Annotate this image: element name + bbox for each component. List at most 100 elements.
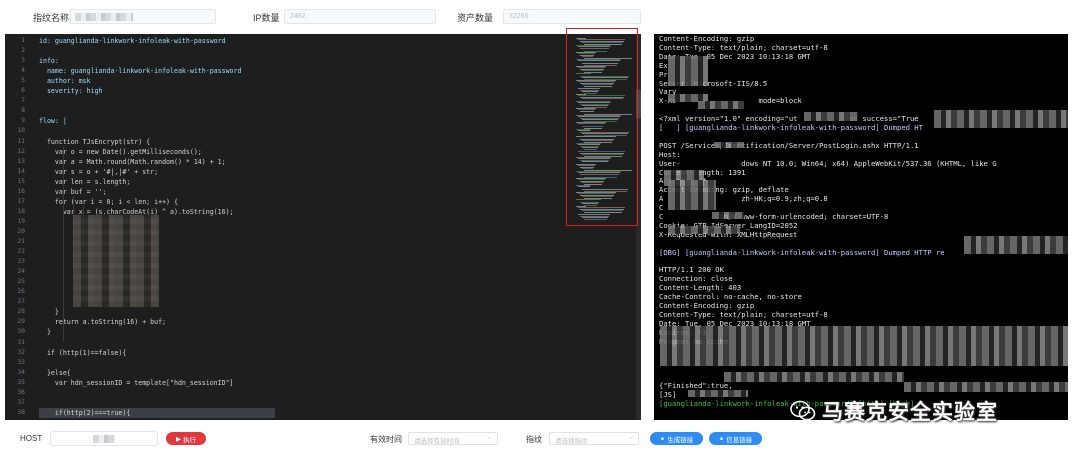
line-number: 32 xyxy=(17,348,25,356)
terminal-line: C on/x-www-form-urlencoded; charset=UTF-… xyxy=(659,212,889,221)
line-number: 6 xyxy=(21,87,25,95)
line-number: 13 xyxy=(17,157,25,165)
redacted-block xyxy=(660,326,1068,366)
redacted-block xyxy=(698,101,744,109)
wechat-watermark: 马赛克安全实验室 xyxy=(790,396,998,426)
code-line: author: msk xyxy=(39,77,91,86)
top-filter-bar: 指纹名称 IP数量 2462 资产数量 32266 xyxy=(0,0,1080,34)
code-line: }else{ xyxy=(39,368,71,377)
code-editor[interactable]: 1 2 3 4 5 6 7 8 9 10 11 12 13 14 15 16 17 18 19 20 21 22 23 24 2… xyxy=(5,34,641,420)
line-number: 3 xyxy=(21,57,25,65)
line-number: 19 xyxy=(17,217,25,225)
line-number: 18 xyxy=(17,207,25,215)
asset-count-field[interactable]: 32266 xyxy=(503,9,641,24)
redacted-block xyxy=(712,212,744,219)
fingerprint-name-label: 指纹名称 xyxy=(33,13,70,23)
redacted-block xyxy=(688,390,748,397)
terminal-line: Connection: close xyxy=(659,274,733,284)
line-number: 27 xyxy=(17,298,25,306)
fingerprint-name-input[interactable] xyxy=(70,9,216,24)
redacted-block xyxy=(724,372,904,382)
redacted-block xyxy=(964,236,1068,254)
code-line: var hdn_sessionID = template["hdn_sessio… xyxy=(39,378,234,387)
code-line: for (var i = 0; i < len; i++) { xyxy=(39,197,178,206)
info-link-label: 信息链接 xyxy=(726,436,753,444)
redacted-text xyxy=(93,435,115,443)
code-line: return a.toString(16) + buf; xyxy=(39,318,167,327)
terminal-line: [ ] [guanglianda-linkwork-infoleak-with-… xyxy=(659,123,923,132)
line-number: 29 xyxy=(17,318,25,326)
code-line: } xyxy=(39,308,59,317)
generate-link-label: 生成链接 xyxy=(667,436,694,444)
redacted-block xyxy=(668,226,740,234)
line-number: 17 xyxy=(17,197,25,205)
redacted-code-block xyxy=(73,215,159,307)
line-number: 16 xyxy=(17,187,25,195)
terminal-line: Content-Type: text/plain; charset=utf-8 xyxy=(659,42,828,52)
terminal-line: [DBG] [guanglianda-linkwork-infoleak-wit… xyxy=(659,247,945,257)
code-line: name: guanglianda-linkwork-infoleak-with… xyxy=(39,67,242,76)
redacted-block xyxy=(934,110,1068,128)
terminal-line: POST /Services/Identification/Server/Pos… xyxy=(659,140,919,150)
execute-button-label: 执行 xyxy=(183,436,196,444)
redacted-block xyxy=(904,382,1068,392)
line-number: 34 xyxy=(17,368,25,376)
terminal-line: Cache-Control: no-cache, no-store xyxy=(659,292,802,302)
line-number: 15 xyxy=(17,177,25,185)
code-line: severity: high xyxy=(39,87,103,96)
terminal-line: HTTP/1.1 200 OK xyxy=(659,265,724,275)
line-number: 28 xyxy=(17,308,25,316)
line-number: 7 xyxy=(21,97,25,105)
redacted-block xyxy=(668,180,716,210)
link-icon: ⚭ xyxy=(659,435,666,443)
host-label: HOST xyxy=(20,434,43,443)
code-line: if (http(1)==false){ xyxy=(39,348,127,357)
line-number: 12 xyxy=(17,147,25,155)
terminal-output[interactable]: [guanglianda-linkwork-infoleak-with-pass… xyxy=(654,34,1068,420)
line-number: 1 xyxy=(21,37,25,44)
info-link-button[interactable]: ⚭ 信息链接 xyxy=(709,432,762,445)
line-number: 20 xyxy=(17,227,25,235)
terminal-line: <?xml version="1.0" encoding="ut se succ… xyxy=(659,114,919,124)
line-number: 25 xyxy=(17,278,25,286)
code-line: flow: | xyxy=(39,117,67,126)
code-line: var s = o + '#|,|#' + str; xyxy=(39,167,159,176)
indent-guide xyxy=(63,146,64,342)
link-icon: ⚭ xyxy=(718,435,725,443)
terminal-line: Content-Length: 403 xyxy=(659,283,742,293)
line-number: 30 xyxy=(17,328,25,336)
execute-button[interactable]: ▶ 执行 xyxy=(166,432,206,445)
host-input[interactable] xyxy=(50,431,158,446)
code-line: } xyxy=(39,328,51,337)
terminal-line: Host: xyxy=(659,149,681,159)
terminal-line: Pr xyxy=(659,69,668,79)
terminal-line: Content-Encoding: gzip xyxy=(659,34,755,43)
minimap-annotation-box xyxy=(566,28,638,226)
redacted-block xyxy=(714,142,744,148)
redacted-block xyxy=(804,112,858,121)
code-line: var len = s.length; xyxy=(39,177,131,186)
code-line: var a = Math.round(Math.random() * 14) +… xyxy=(39,157,226,166)
redacted-block xyxy=(668,56,708,86)
terminal-line: [JS] xyxy=(659,390,677,399)
line-number: 23 xyxy=(17,258,25,266)
code-line: function TJsEncrypt(str) { xyxy=(39,137,151,146)
terminal-line: {"Finished":true, xyxy=(659,381,733,391)
line-number: 5 xyxy=(21,77,25,85)
fingerprint-select[interactable]: 请选择指纹 ⌄ xyxy=(549,432,639,445)
code-line: info: xyxy=(39,57,59,66)
ip-count-field[interactable]: 2462 xyxy=(284,9,436,24)
wechat-icon xyxy=(790,400,816,422)
fingerprint-label: 指纹 xyxy=(526,435,542,444)
line-number: 8 xyxy=(21,107,25,115)
line-number: 35 xyxy=(17,378,25,386)
chevron-down-icon: ⌄ xyxy=(486,435,492,441)
line-number: 14 xyxy=(17,167,25,175)
terminal-line: Ex xyxy=(659,60,668,70)
line-number: 31 xyxy=(17,338,25,346)
chevron-down-icon: ⌄ xyxy=(627,435,633,441)
generate-link-button[interactable]: ⚭ 生成链接 xyxy=(650,432,703,445)
valid-time-select[interactable]: 请选择有效时间 ⌄ xyxy=(408,432,498,445)
line-number: 10 xyxy=(17,127,25,135)
valid-time-placeholder: 请选择有效时间 xyxy=(414,438,460,445)
